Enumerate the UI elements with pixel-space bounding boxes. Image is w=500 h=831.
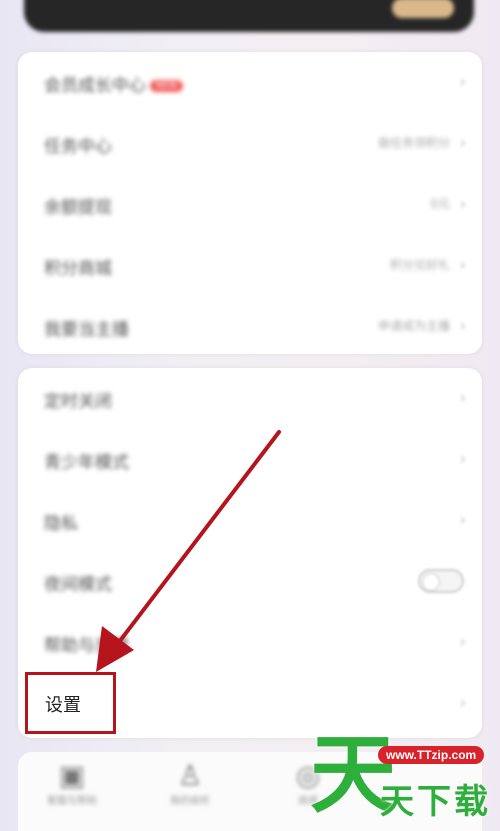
nav-item-listen[interactable]: ♙ 我的收听 xyxy=(150,759,230,808)
nav-item-service[interactable]: ▣ 客服与帮助 xyxy=(32,759,112,808)
annotation-arrow xyxy=(96,430,281,672)
ttzip-watermark-logo: 天 www.TTzip.com 天下载 xyxy=(310,732,498,828)
watermark-url: www.TTzip.com xyxy=(378,746,485,764)
watermark-text: 天下载 xyxy=(380,782,491,822)
user-icon: ♙ xyxy=(177,759,203,792)
nav-label: 我的收听 xyxy=(170,796,210,807)
chat-icon: ▣ xyxy=(58,759,86,792)
nav-label: 客服与帮助 xyxy=(47,796,97,807)
